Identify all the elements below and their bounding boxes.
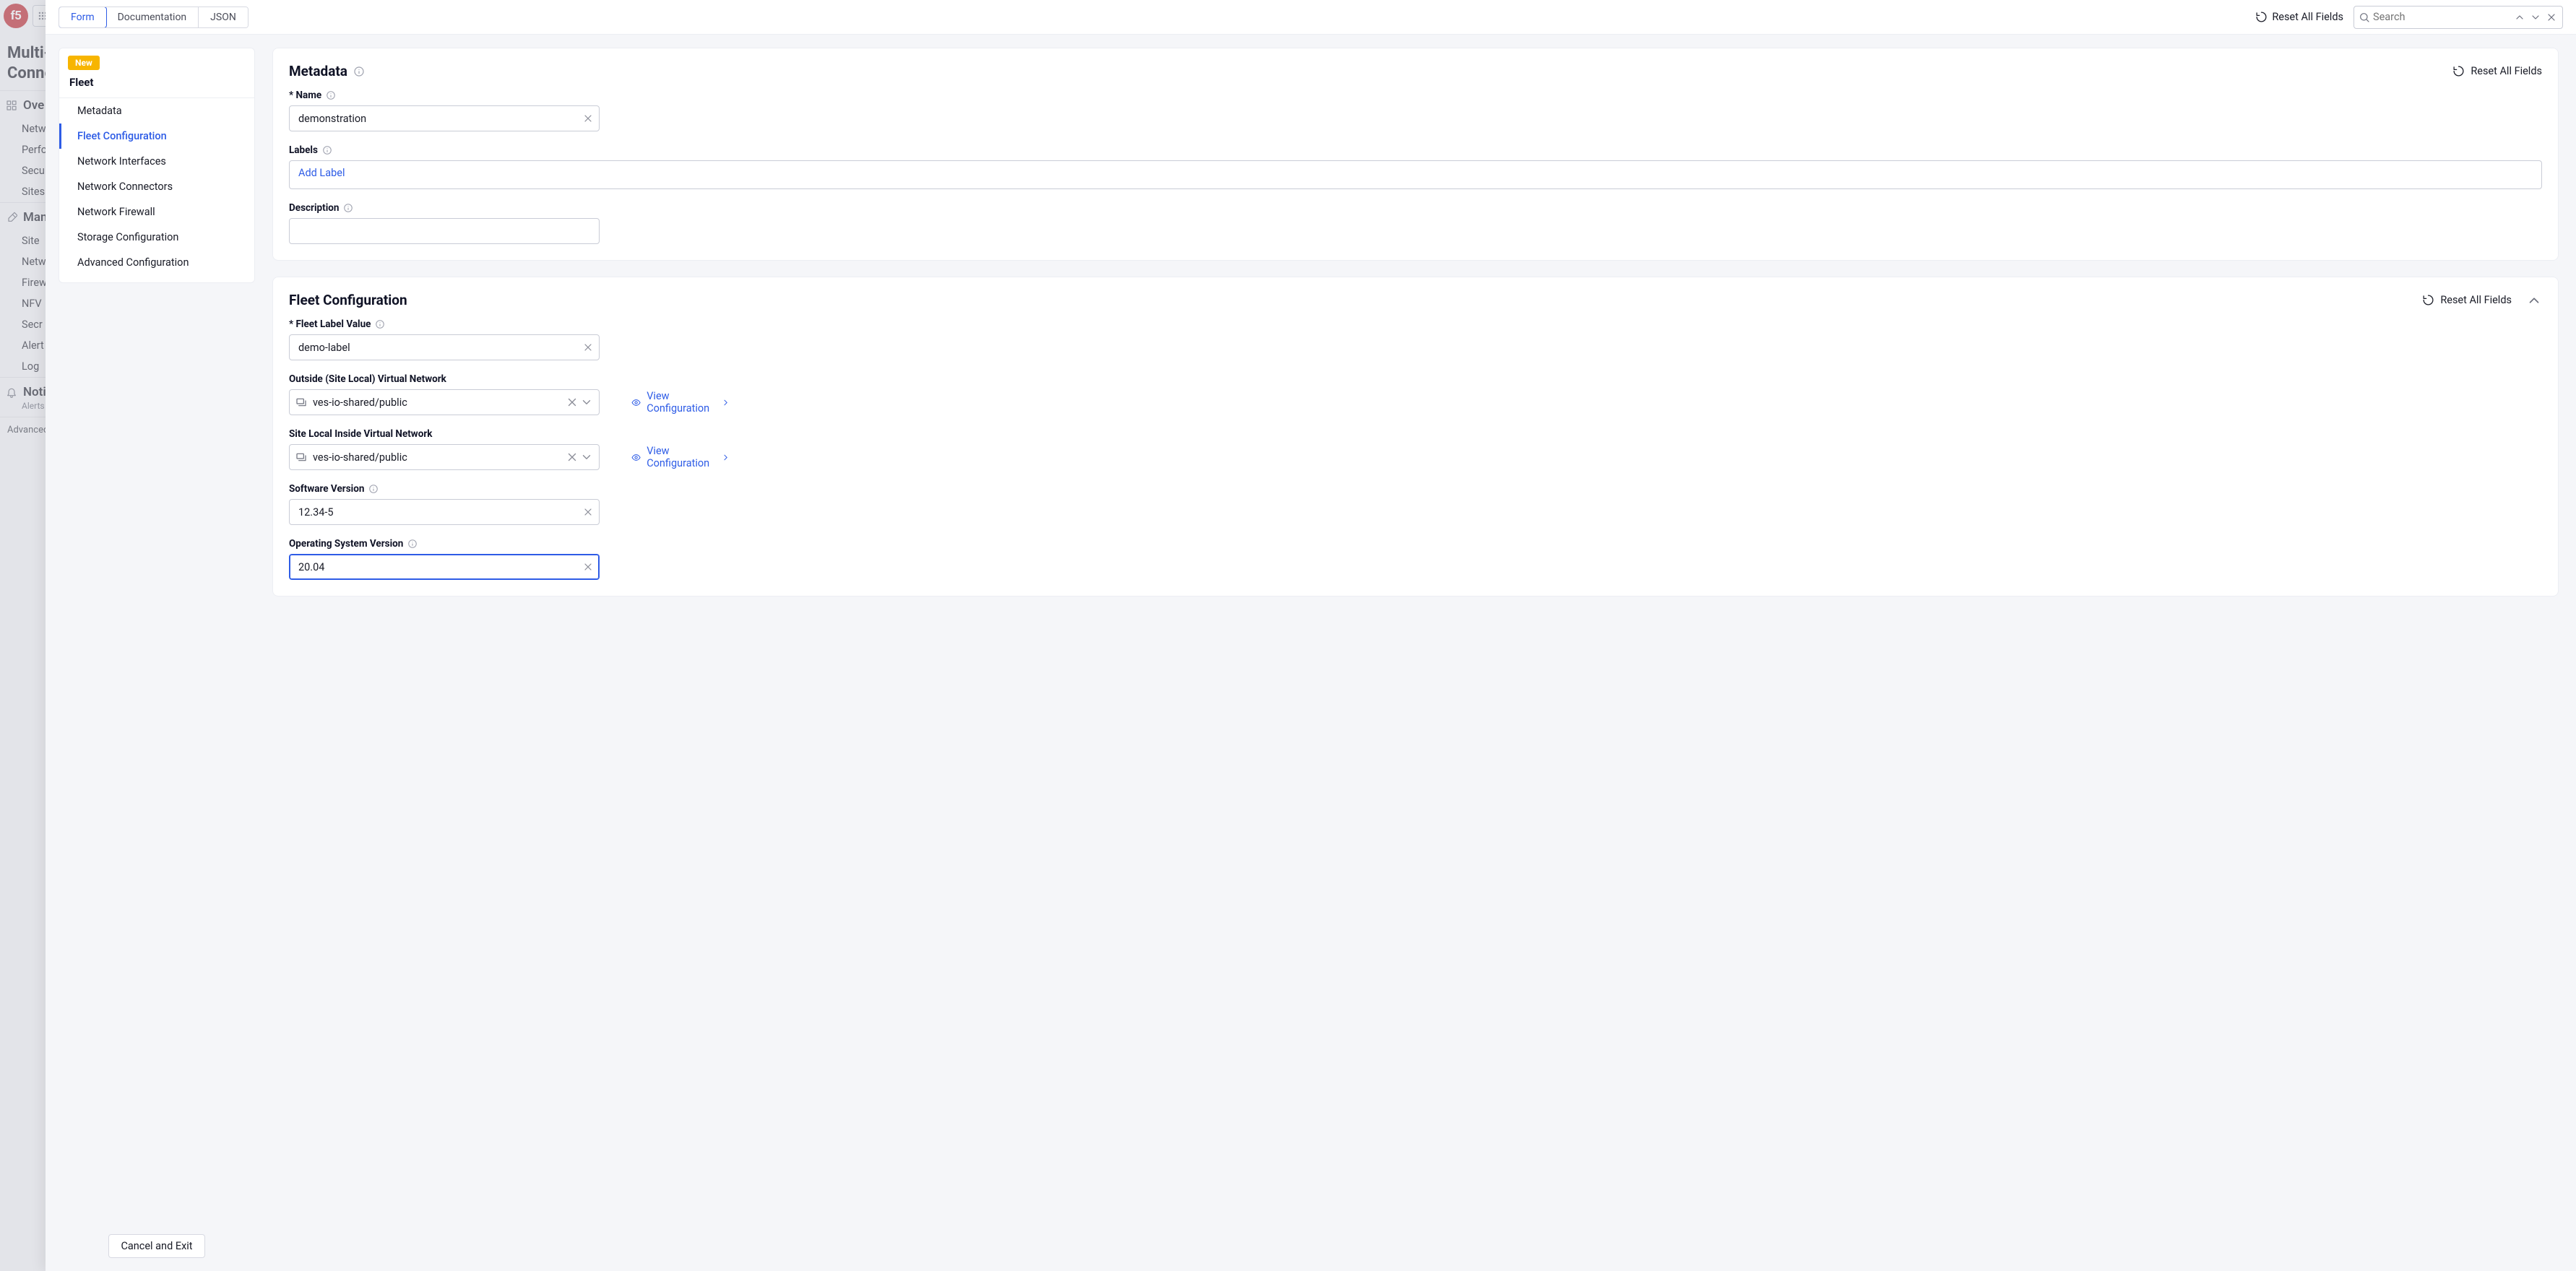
resource-icon [295, 396, 307, 408]
clear-icon[interactable] [582, 561, 594, 573]
eye-icon [631, 451, 641, 464]
fleet-config-heading: Fleet Configuration [289, 292, 407, 308]
secnav-item-metadata[interactable]: Metadata [59, 98, 254, 123]
tab-json[interactable]: JSON [199, 7, 248, 27]
chevron-right-icon [721, 396, 730, 409]
info-icon [368, 484, 379, 494]
labels-input[interactable]: Add Label [289, 160, 2542, 189]
inside-vn-label: Site Local Inside Virtual Network [289, 428, 433, 440]
cancel-and-exit-button[interactable]: Cancel and Exit [108, 1234, 204, 1258]
secnav-title: Fleet [59, 74, 254, 98]
secnav-item-storage-configuration[interactable]: Storage Configuration [59, 225, 254, 250]
outside-vn-label: Outside (Site Local) Virtual Network [289, 373, 446, 385]
secnav-item-fleet-configuration[interactable]: Fleet Configuration [59, 123, 254, 149]
view-configuration-link[interactable]: View Configuration [631, 390, 730, 415]
info-icon [343, 203, 353, 213]
os-version-label: Operating System Version [289, 538, 403, 550]
info-icon [407, 539, 418, 549]
view-mode-tabs: Form Documentation JSON [59, 6, 248, 28]
tab-documentation[interactable]: Documentation [106, 7, 199, 27]
name-input[interactable] [289, 105, 600, 131]
secnav-item-network-interfaces[interactable]: Network Interfaces [59, 149, 254, 174]
fleet-reset-all[interactable]: Reset All Fields [2422, 294, 2512, 306]
info-icon [322, 145, 332, 155]
tab-form[interactable]: Form [59, 6, 107, 28]
resource-icon [295, 451, 307, 463]
chevron-right-icon [721, 451, 730, 464]
collapse-toggle[interactable] [2526, 292, 2542, 308]
name-label: * Name [289, 90, 321, 101]
view-configuration-link[interactable]: View Configuration [631, 445, 730, 469]
secnav-item-network-firewall[interactable]: Network Firewall [59, 199, 254, 225]
chevron-down-icon[interactable] [580, 396, 593, 409]
fleet-label-value-label: * Fleet Label Value [289, 318, 371, 330]
software-version-label: Software Version [289, 483, 364, 495]
search-icon [2359, 12, 2370, 23]
inside-vn-select[interactable]: ves-io-shared/public [289, 444, 600, 470]
reset-icon [2255, 11, 2268, 23]
os-version-input[interactable] [289, 554, 600, 580]
search-input[interactable] [2373, 11, 2510, 23]
eye-icon [631, 396, 641, 409]
metadata-reset-all[interactable]: Reset All Fields [2452, 65, 2542, 77]
secnav-item-advanced-configuration[interactable]: Advanced Configuration [59, 250, 254, 275]
metadata-heading: Metadata [289, 63, 347, 79]
reset-all-fields-top[interactable]: Reset All Fields [2255, 11, 2343, 23]
reset-icon [2452, 65, 2465, 77]
search-next-icon[interactable] [2529, 11, 2542, 24]
reset-icon [2422, 294, 2434, 306]
clear-icon[interactable] [582, 342, 594, 353]
info-icon [353, 66, 365, 77]
chevron-up-icon [2526, 292, 2542, 308]
labels-label: Labels [289, 144, 318, 156]
chevron-down-icon[interactable] [580, 451, 593, 464]
secnav-item-network-connectors[interactable]: Network Connectors [59, 174, 254, 199]
info-icon [375, 319, 385, 329]
new-badge: New [68, 56, 100, 70]
fleet-label-value-input[interactable] [289, 334, 600, 360]
search-clear-icon[interactable] [2545, 11, 2558, 24]
search-prev-icon[interactable] [2513, 11, 2526, 24]
f5-logo: f5 [4, 4, 28, 28]
clear-icon[interactable] [582, 506, 594, 518]
description-input[interactable] [289, 218, 600, 244]
clear-icon[interactable] [582, 113, 594, 124]
clear-icon[interactable] [566, 451, 579, 464]
clear-icon[interactable] [566, 396, 579, 409]
description-label: Description [289, 202, 339, 214]
software-version-input[interactable] [289, 499, 600, 525]
search-box[interactable] [2354, 6, 2563, 29]
outside-vn-select[interactable]: ves-io-shared/public [289, 389, 600, 415]
info-icon [326, 90, 336, 100]
